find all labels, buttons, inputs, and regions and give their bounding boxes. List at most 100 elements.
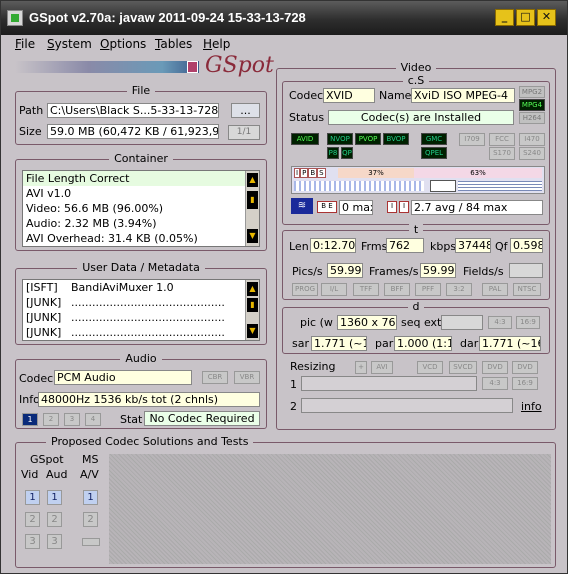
aspect-btn-43[interactable]: 4:3	[488, 316, 512, 329]
wave-icon[interactable]: ≋	[291, 198, 313, 214]
audio-panel-title: Audio	[120, 352, 162, 365]
kbps-field: 37448	[455, 238, 491, 253]
info-link[interactable]: info	[521, 400, 542, 413]
kbps-label: kbps	[430, 240, 457, 253]
pics-label: Pics/s	[292, 265, 323, 278]
ms-av-toggle[interactable]	[82, 538, 100, 546]
metadata-list[interactable]: [ISFT] BandiAviMuxer 1.0 [JUNK] ........…	[22, 279, 260, 341]
resize-aspect-43[interactable]: 4:3	[482, 377, 508, 390]
scroll-thumb[interactable]: ▮	[247, 191, 258, 209]
metadata-row: [JUNK] .................................…	[23, 295, 259, 310]
metadata-tag: [JUNK]	[26, 326, 62, 339]
timing-section: t Len 0:12.700 Frms 762 kbps 37448 Qf 0.…	[282, 223, 550, 300]
container-scrollbar[interactable]: ▲ ▮ ▼	[245, 171, 259, 246]
type-btn-pal[interactable]: PAL	[482, 283, 508, 296]
flag-fcc: FCC	[489, 133, 515, 146]
path-label: Path	[19, 104, 44, 117]
gspot-window: GSpot v2.70a: javaw 2011-09-24 15-33-13-…	[0, 0, 568, 574]
type-btn-ntsc[interactable]: NTSC	[513, 283, 541, 296]
vid-test-3[interactable]: 3	[25, 534, 40, 549]
aspect-btn-169[interactable]: 16:9	[516, 316, 540, 329]
resize-vcd-button[interactable]: VCD	[417, 361, 443, 374]
flag-pvop: PVOP	[355, 133, 381, 145]
seq-ext-field	[441, 315, 483, 330]
scroll-thumb[interactable]: ▮	[247, 298, 258, 312]
metadata-tag: [ISFT]	[26, 281, 58, 294]
scroll-down-icon[interactable]: ▼	[247, 229, 258, 243]
flag-avid: AVID	[291, 133, 319, 145]
audio-stat-field: No Codec Required	[144, 411, 260, 426]
audio-track-tab-2[interactable]: 2	[43, 413, 59, 426]
audio-stat-label: Stat	[120, 413, 143, 426]
resize-aspect-169[interactable]: 16:9	[512, 377, 538, 390]
audio-track-tab-1[interactable]: 1	[22, 413, 38, 426]
window-title: GSpot v2.70a: javaw 2011-09-24 15-33-13-…	[29, 10, 306, 25]
scroll-up-icon[interactable]: ▲	[247, 282, 258, 296]
list-item: Audio: 2.32 MB (3.94%)	[23, 216, 259, 231]
type-btn-prog[interactable]: PROG	[292, 283, 318, 296]
bar-max-field: 0 max	[339, 200, 373, 215]
scroll-up-icon[interactable]: ▲	[247, 173, 258, 187]
title-bar[interactable]: GSpot v2.70a: javaw 2011-09-24 15-33-13-…	[1, 1, 567, 35]
type-btn-il[interactable]: I/L	[321, 283, 347, 296]
vbr-button[interactable]: VBR	[234, 371, 260, 384]
resize-dvd-button-2[interactable]: DVD	[512, 361, 538, 374]
menu-system[interactable]: System	[47, 37, 92, 51]
flag-bvop: BVOP	[383, 133, 409, 145]
path-field[interactable]: C:\Users\Black S...5-33-13-728.avi	[47, 103, 219, 118]
video-name-label: Name	[379, 89, 412, 102]
gspot-logo: GSpot	[205, 53, 274, 78]
resize-avi-button[interactable]: AVI	[371, 361, 393, 374]
aud-test-1[interactable]: 1	[47, 490, 62, 505]
frame-graph: IPBS 37% 63%	[291, 166, 545, 194]
minimize-button[interactable]: _	[495, 9, 514, 26]
resize-svcd-button[interactable]: SVCD	[449, 361, 477, 374]
ms-test-2[interactable]: 2	[83, 512, 98, 527]
frms-label: Frms	[361, 240, 388, 253]
solutions-area	[109, 454, 551, 564]
audio-info-label: Info	[19, 393, 40, 406]
audio-track-tab-3[interactable]: 3	[64, 413, 80, 426]
resize-dvd-button-1[interactable]: DVD	[482, 361, 508, 374]
ms-test-1[interactable]: 1	[83, 490, 98, 505]
frame-position-slider[interactable]	[430, 180, 456, 192]
aud-test-3[interactable]: 3	[47, 534, 62, 549]
flag-i470: I470	[519, 133, 545, 146]
menu-help[interactable]: Help	[203, 37, 230, 51]
type-btn-bff[interactable]: BFF	[384, 283, 410, 296]
menu-options[interactable]: Options	[100, 37, 146, 51]
frame-type-labels: IPBS	[294, 168, 326, 178]
menu-file[interactable]: File	[15, 37, 35, 51]
sar-field: 1.771 (~16:9	[311, 336, 367, 351]
cbr-button[interactable]: CBR	[202, 371, 228, 384]
codec-section-title: c.S	[402, 74, 430, 87]
ms-label: MS	[82, 453, 99, 466]
file-panel-title: File	[126, 84, 156, 97]
browse-button[interactable]: ...	[231, 103, 260, 118]
vid-test-2[interactable]: 2	[25, 512, 40, 527]
audio-track-tab-4[interactable]: 4	[85, 413, 101, 426]
list-item: Video: 56.6 MB (96.00%)	[23, 201, 259, 216]
list-item: AVI v1.0	[23, 186, 259, 201]
scroll-down-icon[interactable]: ▼	[247, 324, 258, 338]
vid-test-1[interactable]: 1	[25, 490, 40, 505]
metadata-row: [JUNK] .................................…	[23, 310, 259, 325]
list-item: AVI Overhead: 31.4 KB (0.05%)	[23, 231, 259, 246]
menu-tables[interactable]: Tables	[155, 37, 192, 51]
container-list[interactable]: File Length Correct AVI v1.0 Video: 56.6…	[22, 170, 260, 247]
metadata-tag: [JUNK]	[26, 296, 62, 309]
close-button[interactable]: ✕	[537, 9, 556, 26]
app-icon[interactable]	[7, 10, 23, 26]
type-btn-tff[interactable]: TFF	[353, 283, 379, 296]
aud-test-2[interactable]: 2	[47, 512, 62, 527]
list-item: File Length Correct	[23, 171, 259, 186]
resize-plus-button[interactable]: +	[355, 361, 367, 374]
maximize-button[interactable]: □	[516, 9, 535, 26]
video-panel: Video c.S Codec XVID Name XviD ISO MPEG-…	[276, 61, 556, 430]
metadata-scrollbar[interactable]: ▲ ▮ ▼	[245, 280, 259, 340]
video-name-field: XviD ISO MPEG-4	[411, 88, 515, 103]
type-btn-32[interactable]: 3:2	[446, 283, 472, 296]
type-btn-pff[interactable]: PFF	[415, 283, 441, 296]
bitrate-marker-a: B E	[317, 201, 337, 213]
metadata-panel: User Data / Metadata [ISFT] BandiAviMuxe…	[15, 261, 267, 345]
